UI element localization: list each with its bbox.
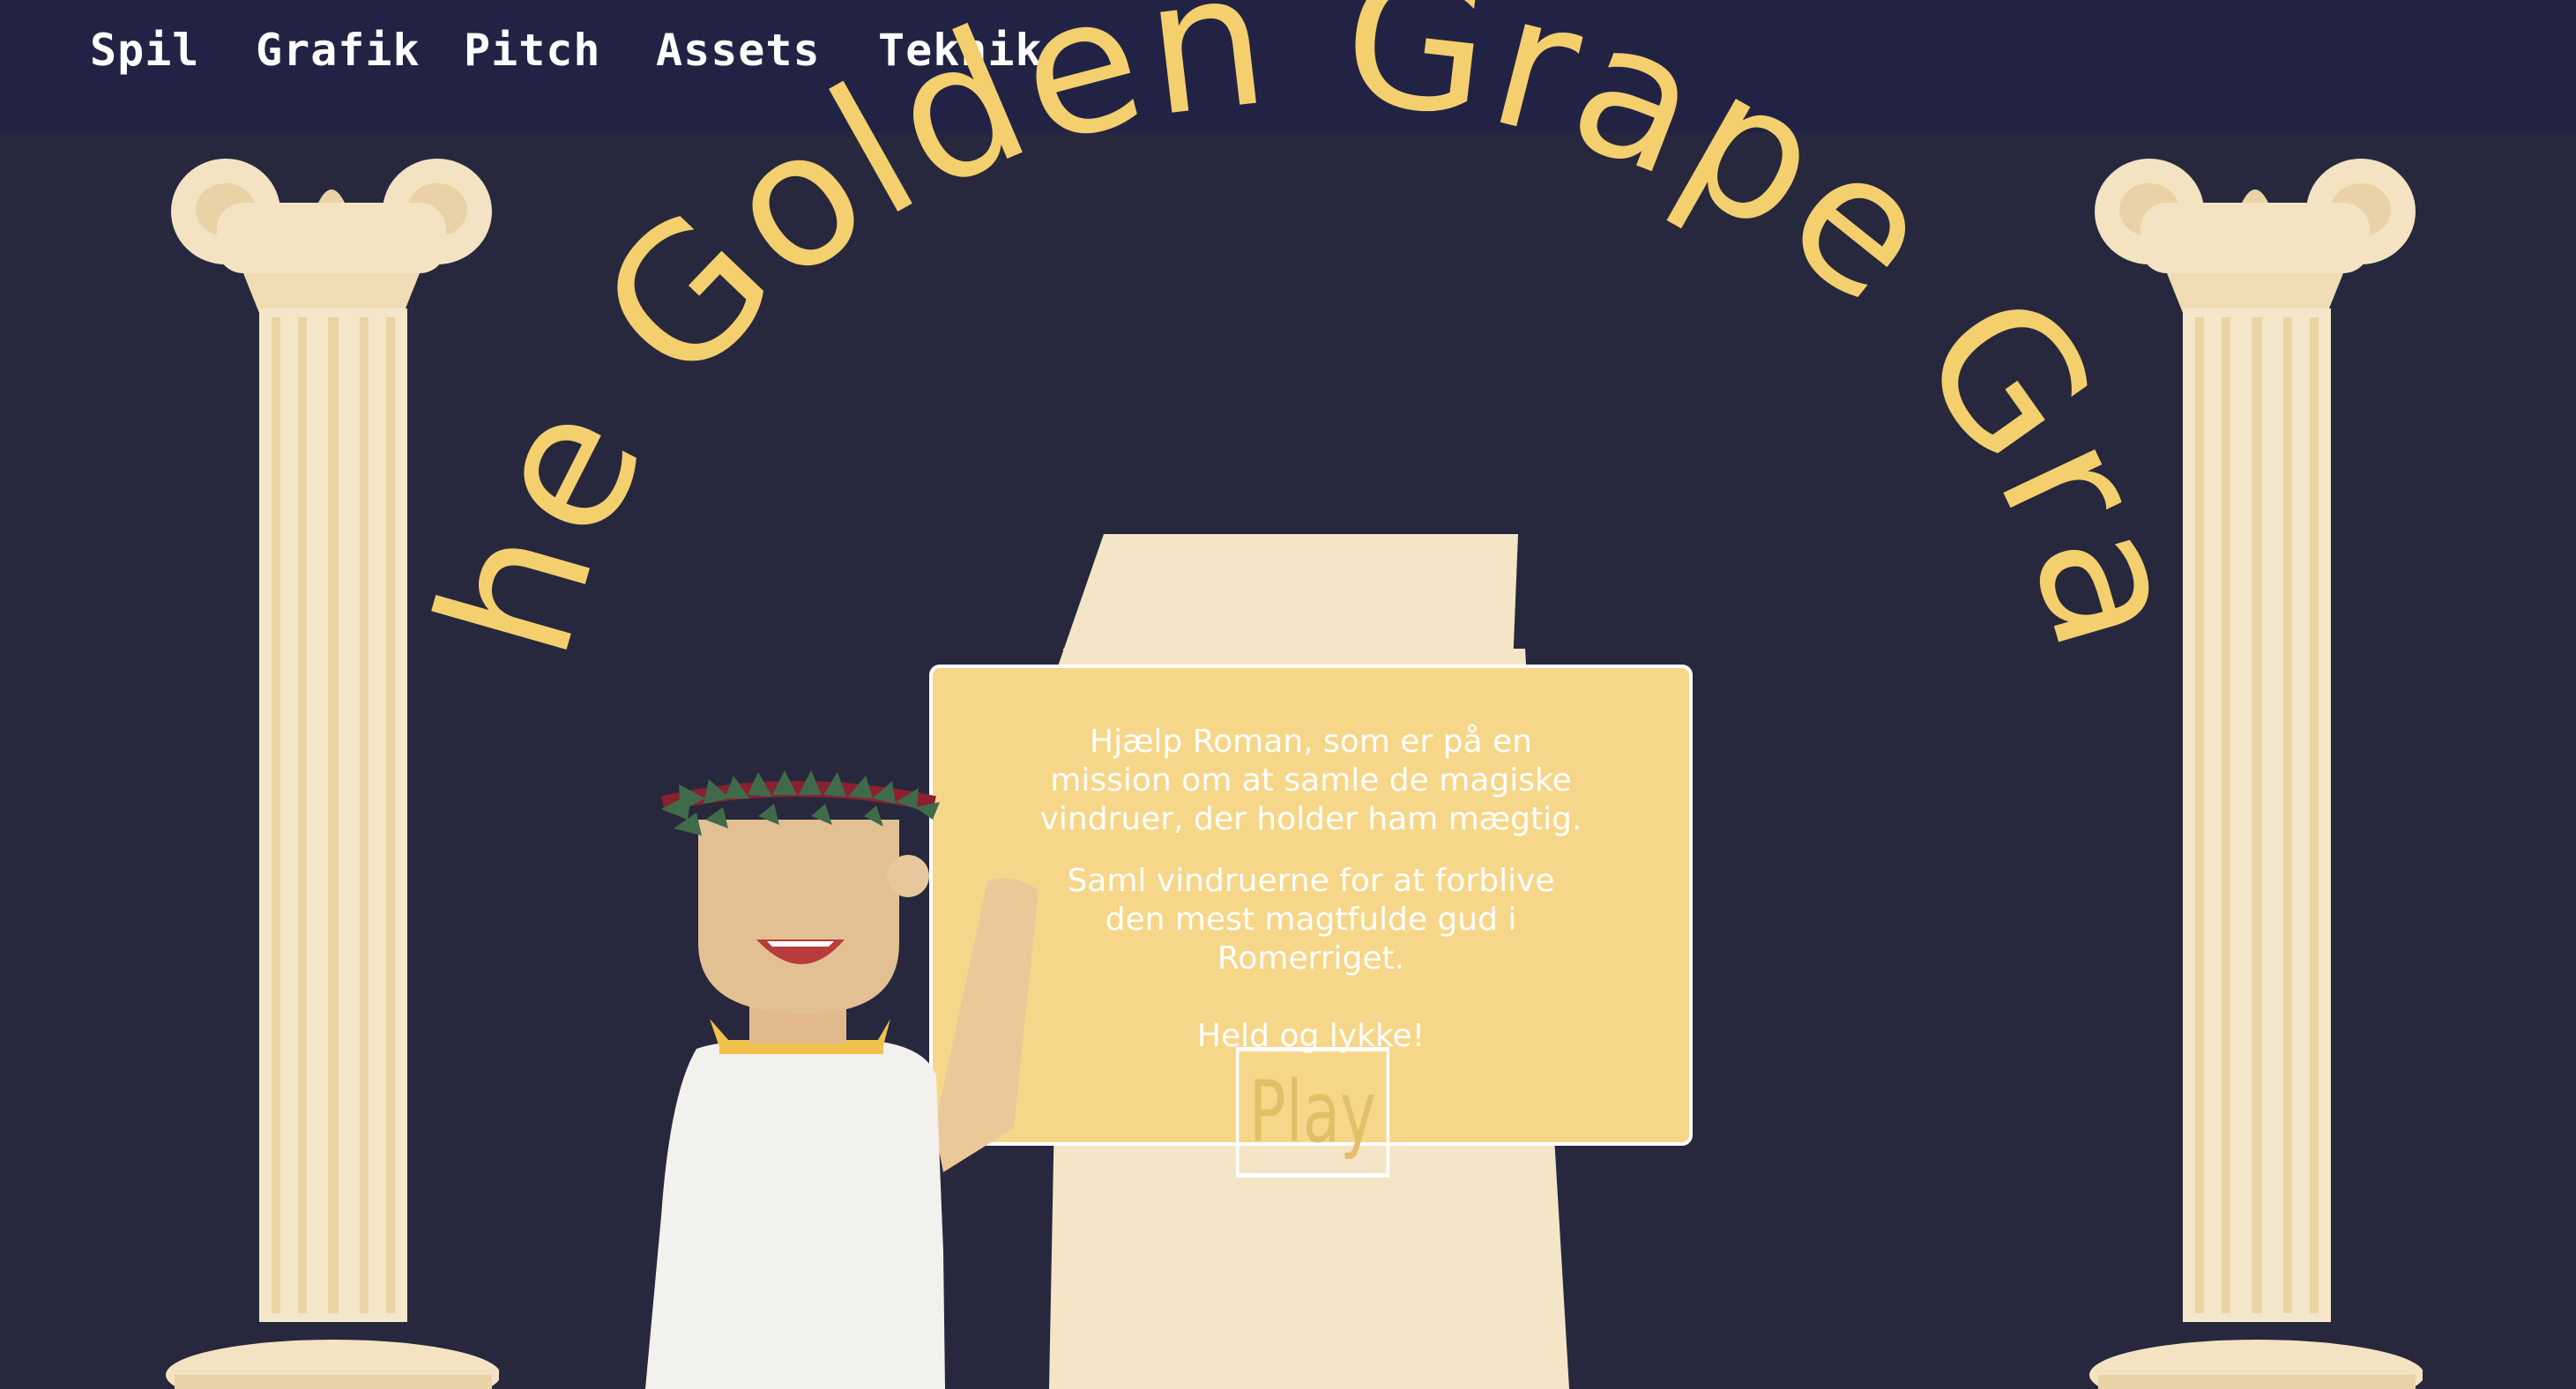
intro-line-4: Saml vindruerne for at forblive [1067, 863, 1555, 899]
svg-text:The Golden Grape Grab: The Golden Grape Grab [0, 0, 2230, 678]
caesar-character [645, 770, 1039, 1389]
intro-line-2: mission om at samle de magiske [1050, 762, 1572, 798]
play-button[interactable]: Play [1235, 1047, 1390, 1177]
intro-line-3: vindruer, der holder ham mægtig. [1039, 801, 1582, 837]
game-title-text: The Golden Grape Grab [0, 0, 2226, 678]
intro-line-1: Hjælp Roman, som er på en [1090, 724, 1532, 760]
intro-line-6: Romerriget. [1217, 940, 1405, 977]
intro-line-5: den mest magtfulde gud i [1105, 902, 1517, 938]
